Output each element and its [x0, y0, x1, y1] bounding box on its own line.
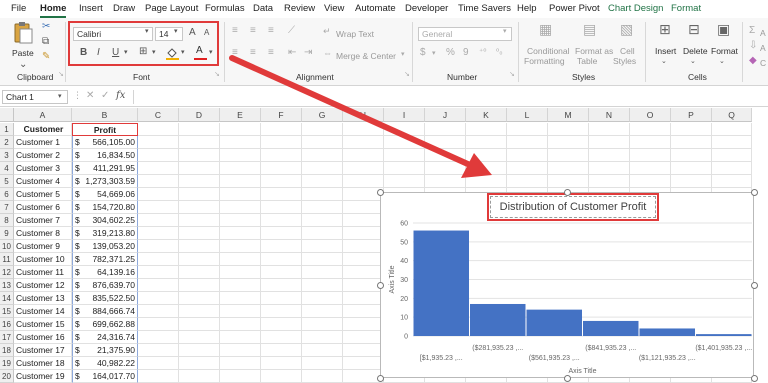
y-tick-label: 60	[400, 221, 408, 228]
x-category-label: ($1,121,935.23 ,...	[639, 355, 696, 362]
resize-handle[interactable]	[751, 189, 758, 196]
y-axis-title[interactable]: Axis Title	[389, 265, 396, 293]
y-tick-label: 10	[400, 315, 408, 322]
chart-title-highlight	[487, 193, 659, 221]
histogram-bar[interactable]	[583, 320, 639, 336]
excel-window: File Home Insert Draw Page Layout Formul…	[0, 0, 768, 383]
resize-handle[interactable]	[564, 189, 571, 196]
y-tick-label: 50	[400, 239, 408, 246]
x-category-label: [$1,935.23 ,...	[420, 355, 463, 362]
x-category-label: ($841,935.23 ,...	[585, 345, 636, 352]
arrow-shaft	[229, 55, 473, 168]
x-category-label: ($561,935.23 ,...	[529, 355, 580, 362]
x-axis-title[interactable]: Axis Title	[568, 368, 596, 375]
histogram-bar[interactable]	[413, 230, 470, 336]
histogram-bar[interactable]	[639, 328, 696, 336]
resize-handle[interactable]	[377, 189, 384, 196]
y-tick-label: 20	[400, 296, 408, 303]
histogram-bar[interactable]	[526, 309, 583, 336]
resize-handle[interactable]	[564, 375, 571, 382]
x-category-label: ($1,401,935.23 ,...	[695, 345, 752, 352]
resize-handle[interactable]	[751, 375, 758, 382]
resize-handle[interactable]	[377, 375, 384, 382]
histogram-bar[interactable]	[470, 303, 526, 336]
histogram-bar[interactable]	[696, 334, 752, 336]
y-tick-label: 0	[404, 334, 408, 341]
y-tick-label: 30	[400, 277, 408, 284]
histogram-chart[interactable]: 0 10 20 30 40 50 60 [$1,935.23 ,... ($281,935.23…	[380, 192, 754, 378]
x-category-label: ($281,935.23 ,...	[472, 345, 523, 352]
resize-handle[interactable]	[751, 282, 758, 289]
resize-handle[interactable]	[377, 282, 384, 289]
y-tick-label: 40	[400, 258, 408, 265]
